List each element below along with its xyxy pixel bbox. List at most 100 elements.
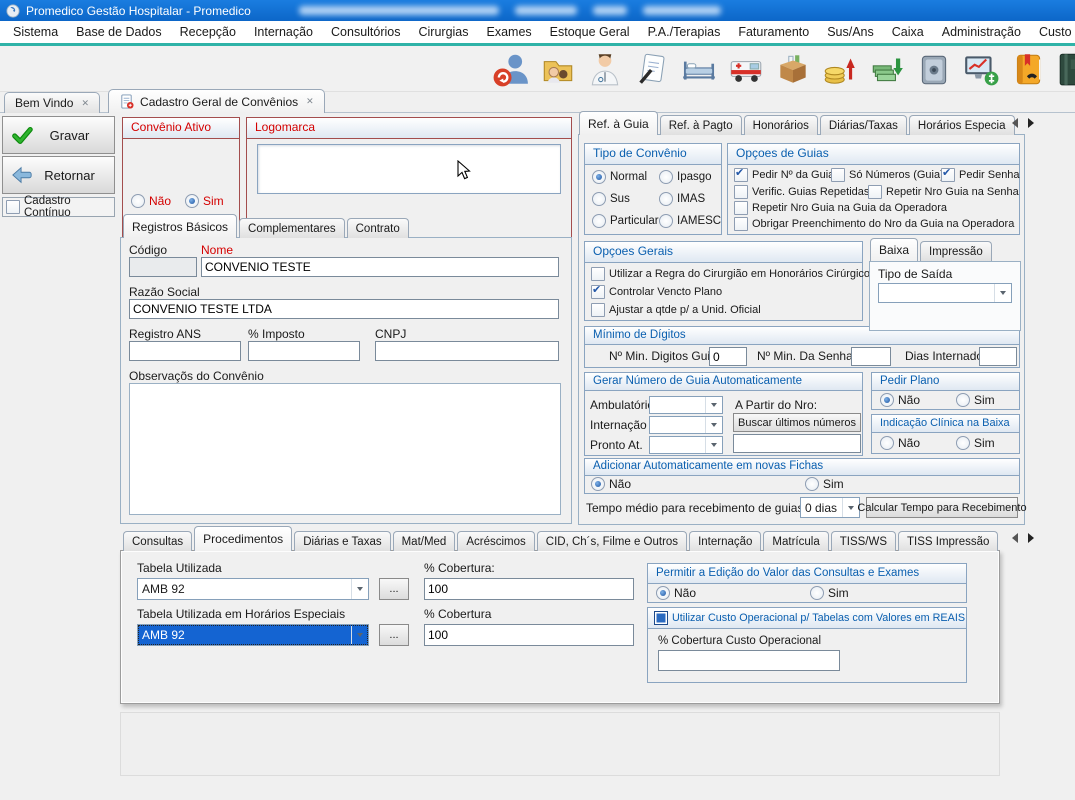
money-receive-icon[interactable] [868, 50, 906, 88]
menu-recepcao[interactable]: Recepção [171, 25, 245, 39]
tab-diarias-taxas[interactable]: Diárias/Taxas [820, 115, 907, 135]
menu-consultorios[interactable]: Consultórios [322, 25, 409, 39]
radio-particular[interactable]: Particular [592, 214, 659, 228]
tab-bem-vindo[interactable]: Bem Vindo [4, 92, 100, 113]
tab-cid-chs-filme[interactable]: CID, Ch´s, Filme e Outros [537, 531, 687, 551]
ambulance-icon[interactable] [727, 50, 765, 88]
tabela-browse-button[interactable]: ... [379, 578, 409, 600]
chk-verific-guias-repetidas[interactable]: Verific. Guias Repetidas [734, 185, 869, 199]
tab-mat-med[interactable]: Mat/Med [393, 531, 456, 551]
observacoes-textarea[interactable] [129, 383, 561, 515]
cobertura2-input[interactable] [424, 624, 634, 646]
chk-ajustar-qtde[interactable]: Ajustar a qtde p/ a Unid. Oficial [591, 303, 761, 317]
radio-normal[interactable]: Normal [592, 170, 647, 184]
tabela-especiais-combo[interactable]: AMB 92 [137, 624, 369, 646]
book-icon[interactable] [1056, 50, 1075, 88]
safe-icon[interactable] [915, 50, 953, 88]
permitir-sim-radio[interactable]: Sim [810, 586, 849, 600]
menu-sus-ans[interactable]: Sus/Ans [818, 25, 883, 39]
chk-regra-cirurgiao[interactable]: Utilizar a Regra do Cirurgião em Honorár… [591, 267, 876, 281]
tab-scroll-left-icon[interactable] [1012, 533, 1018, 543]
tab-ref-a-guia[interactable]: Ref. à Guia [579, 111, 658, 135]
min-senha-input[interactable] [851, 347, 891, 366]
menu-caixa[interactable]: Caixa [883, 25, 933, 39]
exam-document-icon[interactable] [633, 50, 671, 88]
radio-imas[interactable]: IMAS [659, 192, 705, 206]
adicionar-sim-radio[interactable]: Sim [805, 477, 844, 491]
phone-book-icon[interactable] [1009, 50, 1047, 88]
tab-consultas[interactable]: Consultas [123, 531, 192, 551]
tab-acrescimos[interactable]: Acréscimos [457, 531, 534, 551]
min-digitos-guia-input[interactable] [709, 347, 747, 366]
ambulatorio-combo[interactable] [649, 396, 723, 414]
cost-chart-icon[interactable] [962, 50, 1000, 88]
return-button[interactable]: Retornar [2, 156, 115, 194]
tab-scroll-left-icon[interactable] [1012, 118, 1018, 128]
user-sync-icon[interactable] [492, 50, 530, 88]
tabela-utilizada-combo[interactable]: AMB 92 [137, 578, 369, 600]
convenio-ativo-nao-radio[interactable]: Não [131, 194, 171, 208]
menu-pa-terapias[interactable]: P.A./Terapias [639, 25, 730, 39]
menu-custo[interactable]: Custo [1030, 25, 1075, 39]
tab-diarias-e-taxas[interactable]: Diárias e Taxas [294, 531, 390, 551]
reception-folder-icon[interactable] [539, 50, 577, 88]
indicacao-nao-radio[interactable]: Não [880, 436, 920, 450]
continuous-register-checkbox[interactable] [6, 200, 20, 214]
menu-estoque-geral[interactable]: Estoque Geral [541, 25, 639, 39]
tab-tiss-ws[interactable]: TISS/WS [831, 531, 896, 551]
calcular-tempo-button[interactable]: Calcular Tempo para Recebimento [866, 497, 1018, 518]
registro-ans-input[interactable] [129, 341, 241, 361]
tab-baixa[interactable]: Baixa [870, 238, 918, 261]
tabela-especiais-browse-button[interactable]: ... [379, 624, 409, 646]
tab-scroll-right-icon[interactable] [1028, 118, 1034, 128]
tab-complementares[interactable]: Complementares [239, 218, 345, 238]
dias-internado-input[interactable] [979, 347, 1017, 366]
radio-iamesc[interactable]: IAMESC [659, 214, 721, 228]
tab-honorarios[interactable]: Honorários [744, 115, 818, 135]
chk-obrigar-preenchimento[interactable]: Obrigar Preenchimento do Nro da Guia na … [734, 217, 1014, 231]
radio-sus[interactable]: Sus [592, 192, 630, 206]
pronto-at-combo[interactable] [649, 436, 723, 454]
adicionar-nao-radio[interactable]: Não [591, 477, 631, 491]
cobertura-custo-input[interactable] [658, 650, 840, 671]
permitir-nao-radio[interactable]: Não [656, 586, 696, 600]
chk-controlar-vencto[interactable]: Controlar Vencto Plano [591, 285, 722, 299]
close-icon[interactable] [81, 98, 89, 109]
doctor-icon[interactable] [586, 50, 624, 88]
save-button[interactable]: Gravar [2, 116, 115, 154]
cnpj-input[interactable] [375, 341, 559, 361]
tab-contrato[interactable]: Contrato [347, 218, 409, 238]
tab-matricula[interactable]: Matrícula [763, 531, 828, 551]
menu-internacao[interactable]: Internação [245, 25, 322, 39]
chk-so-numeros[interactable]: Só Números (Guia) [831, 168, 944, 182]
menu-faturamento[interactable]: Faturamento [729, 25, 818, 39]
tempo-medio-combo[interactable]: 0 dias [800, 497, 860, 518]
nome-input[interactable] [201, 257, 559, 277]
pedir-plano-nao-radio[interactable]: Não [880, 393, 920, 407]
chk-repetir-nro-senha[interactable]: Repetir Nro Guia na Senha [868, 185, 1019, 199]
pedir-plano-sim-radio[interactable]: Sim [956, 393, 995, 407]
chk-repetir-nro-guia-operadora[interactable]: Repetir Nro Guia na Guia da Operadora [734, 201, 947, 215]
blue-checkbox-icon[interactable] [654, 611, 668, 625]
cobertura1-input[interactable] [424, 578, 634, 600]
tab-ref-a-pagto[interactable]: Ref. à Pagto [660, 115, 742, 135]
tab-registros-basicos[interactable]: Registros Básicos [123, 214, 237, 238]
convenio-ativo-sim-radio[interactable]: Sim [185, 194, 224, 208]
menu-sistema[interactable]: Sistema [4, 25, 67, 39]
tab-procedimentos[interactable]: Procedimentos [194, 526, 292, 551]
internacao-combo[interactable] [649, 416, 723, 434]
radio-ipasgo[interactable]: Ipasgo [659, 170, 712, 184]
imposto-input[interactable] [248, 341, 360, 361]
menu-exames[interactable]: Exames [478, 25, 541, 39]
stock-box-icon[interactable] [774, 50, 812, 88]
a-partir-nro-input[interactable] [733, 434, 861, 453]
menu-cirurgias[interactable]: Cirurgias [410, 25, 478, 39]
tab-horarios-especiais[interactable]: Horários Especia [909, 115, 1015, 135]
billing-up-icon[interactable] [821, 50, 859, 88]
logomarca-image-area[interactable] [257, 144, 561, 194]
tab-internacao-bottom[interactable]: Internação [689, 531, 761, 551]
menu-base-de-dados[interactable]: Base de Dados [67, 25, 170, 39]
hospital-bed-icon[interactable] [680, 50, 718, 88]
tab-scroll-right-icon[interactable] [1028, 533, 1034, 543]
razao-social-input[interactable] [129, 299, 559, 319]
